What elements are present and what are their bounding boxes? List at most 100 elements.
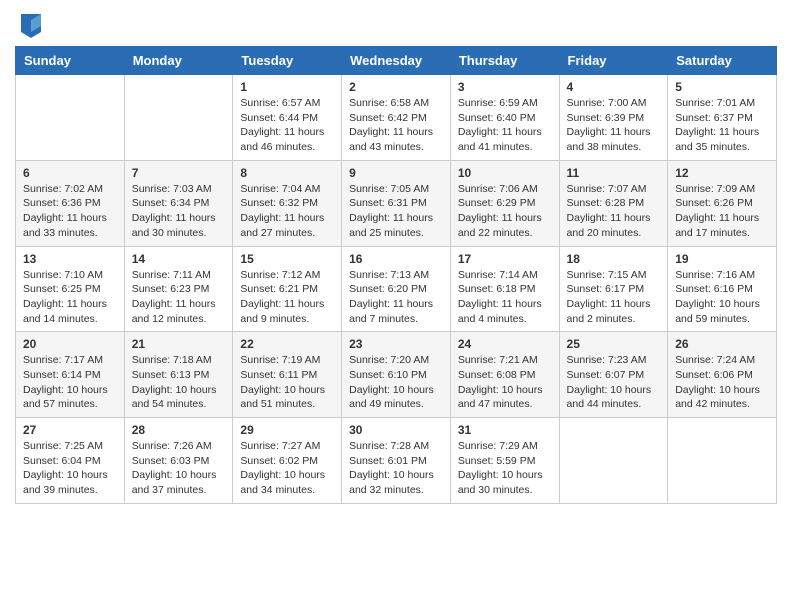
day-number: 21 [132,337,226,351]
calendar-cell: 28Sunrise: 7:26 AMSunset: 6:03 PMDayligh… [124,418,233,504]
weekday-header-wednesday: Wednesday [342,47,451,75]
calendar-cell: 9 Sunrise: 7:05 AMSunset: 6:31 PMDaylight… [342,160,451,246]
calendar-cell: 10 Sunrise: 7:06 AMSunset: 6:29 PMDayligh… [450,160,559,246]
logo [15,14,41,38]
calendar-week-4: 20 Sunrise: 7:17 AMSunset: 6:14 PMDayligh… [16,332,777,418]
calendar-cell: 3 Sunrise: 6:59 AMSunset: 6:40 PMDaylight… [450,75,559,161]
day-info: Sunrise: 7:29 AMSunset: 5:59 PMDaylight:… [458,439,552,498]
day-number: 6 [23,166,117,180]
calendar-cell: 22 Sunrise: 7:19 AMSunset: 6:11 PMDayligh… [233,332,342,418]
day-number: 11 [567,166,661,180]
day-info: Sunrise: 7:17 AMSunset: 6:14 PMDaylight:… [23,353,117,412]
calendar-cell: 2 Sunrise: 6:58 AMSunset: 6:42 PMDaylight… [342,75,451,161]
calendar-cell: 15 Sunrise: 7:12 AMSunset: 6:21 PMDayligh… [233,246,342,332]
calendar-table: SundayMondayTuesdayWednesdayThursdayFrid… [15,46,777,504]
day-info: Sunrise: 7:15 AMSunset: 6:17 PMDaylight:… [567,268,661,327]
day-number: 10 [458,166,552,180]
day-number: 14 [132,252,226,266]
calendar-cell: 27 Sunrise: 7:25 AMSunset: 6:04 PMDayligh… [16,418,125,504]
day-number: 17 [458,252,552,266]
day-info: Sunrise: 7:01 AMSunset: 6:37 PMDaylight:… [675,96,769,155]
day-number: 8 [240,166,334,180]
calendar-week-5: 27 Sunrise: 7:25 AMSunset: 6:04 PMDayligh… [16,418,777,504]
calendar-cell: 18 Sunrise: 7:15 AMSunset: 6:17 PMDayligh… [559,246,668,332]
day-info: Sunrise: 7:19 AMSunset: 6:11 PMDaylight:… [240,353,334,412]
day-number: 19 [675,252,769,266]
day-info: Sunrise: 7:25 AMSunset: 6:04 PMDaylight:… [23,439,117,498]
day-info: Sunrise: 7:02 AMSunset: 6:36 PMDaylight:… [23,182,117,241]
calendar-cell: 8Sunrise: 7:04 AMSunset: 6:32 PMDaylight… [233,160,342,246]
calendar-week-3: 13 Sunrise: 7:10 AMSunset: 6:25 PMDayligh… [16,246,777,332]
day-number: 27 [23,423,117,437]
calendar-cell: 5 Sunrise: 7:01 AMSunset: 6:37 PMDaylight… [668,75,777,161]
day-number: 29 [240,423,334,437]
day-info: Sunrise: 7:18 AMSunset: 6:13 PMDaylight:… [132,353,226,412]
day-number: 26 [675,337,769,351]
day-number: 24 [458,337,552,351]
day-number: 2 [349,80,443,94]
day-info: Sunrise: 6:58 AMSunset: 6:42 PMDaylight:… [349,96,443,155]
day-number: 13 [23,252,117,266]
day-info: Sunrise: 6:59 AMSunset: 6:40 PMDaylight:… [458,96,552,155]
day-number: 1 [240,80,334,94]
calendar-cell: 6 Sunrise: 7:02 AMSunset: 6:36 PMDaylight… [16,160,125,246]
calendar-cell: 20 Sunrise: 7:17 AMSunset: 6:14 PMDayligh… [16,332,125,418]
day-info: Sunrise: 7:11 AMSunset: 6:23 PMDaylight:… [132,268,226,327]
day-info: Sunrise: 7:05 AMSunset: 6:31 PMDaylight:… [349,182,443,241]
calendar-cell: 29 Sunrise: 7:27 AMSunset: 6:02 PMDayligh… [233,418,342,504]
page: SundayMondayTuesdayWednesdayThursdayFrid… [0,0,792,519]
day-number: 4 [567,80,661,94]
day-number: 9 [349,166,443,180]
day-info: Sunrise: 7:03 AMSunset: 6:34 PMDaylight:… [132,182,226,241]
day-number: 22 [240,337,334,351]
day-info: Sunrise: 7:12 AMSunset: 6:21 PMDaylight:… [240,268,334,327]
day-info: Sunrise: 7:23 AMSunset: 6:07 PMDaylight:… [567,353,661,412]
day-number: 18 [567,252,661,266]
calendar-cell: 11 Sunrise: 7:07 AMSunset: 6:28 PMDayligh… [559,160,668,246]
day-info: Sunrise: 7:20 AMSunset: 6:10 PMDaylight:… [349,353,443,412]
calendar-cell: 30Sunrise: 7:28 AMSunset: 6:01 PMDayligh… [342,418,451,504]
day-info: Sunrise: 7:16 AMSunset: 6:16 PMDaylight:… [675,268,769,327]
day-number: 12 [675,166,769,180]
day-info: Sunrise: 7:13 AMSunset: 6:20 PMDaylight:… [349,268,443,327]
day-info: Sunrise: 7:06 AMSunset: 6:29 PMDaylight:… [458,182,552,241]
calendar-week-2: 6 Sunrise: 7:02 AMSunset: 6:36 PMDaylight… [16,160,777,246]
day-number: 25 [567,337,661,351]
day-info: Sunrise: 7:10 AMSunset: 6:25 PMDaylight:… [23,268,117,327]
day-number: 31 [458,423,552,437]
calendar-cell: 1 Sunrise: 6:57 AMSunset: 6:44 PMDaylight… [233,75,342,161]
calendar-week-1: 1 Sunrise: 6:57 AMSunset: 6:44 PMDaylight… [16,75,777,161]
day-number: 5 [675,80,769,94]
day-info: Sunrise: 7:07 AMSunset: 6:28 PMDaylight:… [567,182,661,241]
day-info: Sunrise: 7:09 AMSunset: 6:26 PMDaylight:… [675,182,769,241]
calendar-cell: 12 Sunrise: 7:09 AMSunset: 6:26 PMDayligh… [668,160,777,246]
day-info: Sunrise: 7:28 AMSunset: 6:01 PMDaylight:… [349,439,443,498]
weekday-header-row: SundayMondayTuesdayWednesdayThursdayFrid… [16,47,777,75]
calendar-cell: 14 Sunrise: 7:11 AMSunset: 6:23 PMDayligh… [124,246,233,332]
day-info: Sunrise: 7:26 AMSunset: 6:03 PMDaylight:… [132,439,226,498]
calendar-cell: 26 Sunrise: 7:24 AMSunset: 6:06 PMDayligh… [668,332,777,418]
calendar-cell: 13 Sunrise: 7:10 AMSunset: 6:25 PMDayligh… [16,246,125,332]
calendar-cell: 24Sunrise: 7:21 AMSunset: 6:08 PMDayligh… [450,332,559,418]
weekday-header-friday: Friday [559,47,668,75]
day-number: 23 [349,337,443,351]
logo-icon [21,14,41,38]
calendar-cell [124,75,233,161]
day-info: Sunrise: 7:00 AMSunset: 6:39 PMDaylight:… [567,96,661,155]
weekday-header-sunday: Sunday [16,47,125,75]
header [15,10,777,38]
weekday-header-thursday: Thursday [450,47,559,75]
calendar-cell: 16 Sunrise: 7:13 AMSunset: 6:20 PMDayligh… [342,246,451,332]
day-info: Sunrise: 7:24 AMSunset: 6:06 PMDaylight:… [675,353,769,412]
day-number: 16 [349,252,443,266]
calendar-cell [668,418,777,504]
weekday-header-tuesday: Tuesday [233,47,342,75]
calendar-cell: 25 Sunrise: 7:23 AMSunset: 6:07 PMDayligh… [559,332,668,418]
day-number: 15 [240,252,334,266]
day-number: 20 [23,337,117,351]
day-info: Sunrise: 7:27 AMSunset: 6:02 PMDaylight:… [240,439,334,498]
day-number: 3 [458,80,552,94]
day-info: Sunrise: 6:57 AMSunset: 6:44 PMDaylight:… [240,96,334,155]
calendar-cell: 17Sunrise: 7:14 AMSunset: 6:18 PMDayligh… [450,246,559,332]
weekday-header-saturday: Saturday [668,47,777,75]
